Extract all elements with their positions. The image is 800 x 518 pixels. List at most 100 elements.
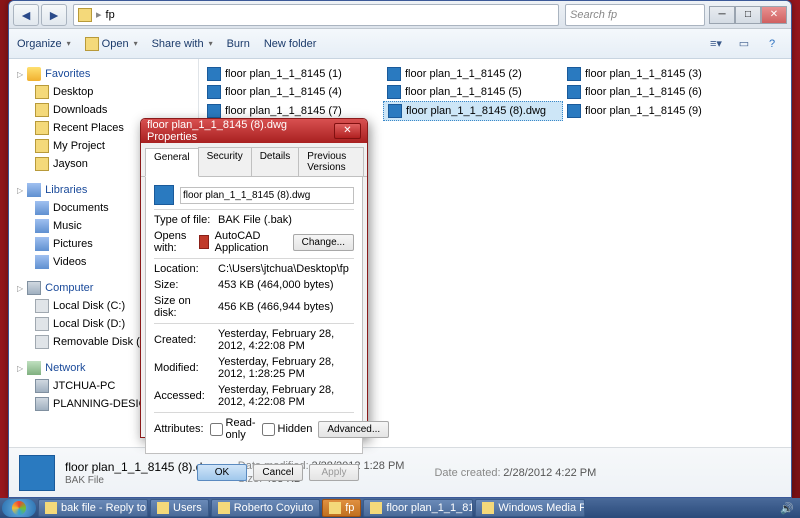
sidebar-group-label: Computer xyxy=(45,282,93,294)
item-icon xyxy=(35,85,49,99)
tab-previous-versions[interactable]: Previous Versions xyxy=(298,147,364,176)
dwg-icon xyxy=(567,85,581,99)
tab-security[interactable]: Security xyxy=(198,147,252,176)
tab-details[interactable]: Details xyxy=(251,147,300,176)
open-button[interactable]: Open xyxy=(85,37,138,51)
sidebar-group-label: Network xyxy=(45,362,85,374)
nav-back-button[interactable]: ◄ xyxy=(13,4,39,26)
location-key: Location: xyxy=(154,263,212,275)
dialog-titlebar[interactable]: floor plan_1_1_8145 (8).dwg Properties ✕ xyxy=(141,119,367,143)
tab-general[interactable]: General xyxy=(145,148,199,177)
item-icon xyxy=(35,299,49,313)
windows-orb-icon xyxy=(12,501,26,515)
file-name: floor plan_1_1_8145 (4) xyxy=(225,86,342,98)
file-name: floor plan_1_1_8145 (6) xyxy=(585,86,702,98)
taskbar-item-label: Roberto Coyiuto xyxy=(234,502,314,514)
dwg-icon xyxy=(387,85,401,99)
file-name: floor plan_1_1_8145 (7) xyxy=(225,105,342,117)
change-button[interactable]: Change... xyxy=(293,234,354,251)
minimize-button[interactable]: ─ xyxy=(709,6,735,24)
taskbar-item[interactable]: Windows Media Player xyxy=(475,499,585,517)
taskbar-item[interactable]: Users xyxy=(150,499,209,517)
expand-icon: ▷ xyxy=(17,186,23,195)
file-grid: floor plan_1_1_8145 (1) floor plan_1_1_81… xyxy=(203,65,787,121)
sizeondisk-key: Size on disk: xyxy=(154,295,212,319)
system-tray[interactable]: 🔊 xyxy=(780,502,798,515)
file-item[interactable]: floor plan_1_1_8145 (5) xyxy=(383,83,563,101)
preview-pane-button[interactable]: ▭ xyxy=(733,34,755,54)
open-label: Open xyxy=(102,38,129,50)
sidebar-item[interactable]: Desktop xyxy=(9,83,198,101)
address-bar[interactable]: ▸ fp xyxy=(73,4,559,26)
cancel-button[interactable]: Cancel xyxy=(253,464,303,481)
tray-volume-icon[interactable]: 🔊 xyxy=(780,502,794,515)
burn-button[interactable]: Burn xyxy=(227,38,250,50)
sidebar-group-favorites[interactable]: ▷Favorites xyxy=(9,65,198,83)
taskbar-item[interactable]: floor plan_1_1_8145 (... xyxy=(363,499,473,517)
nav-forward-button[interactable]: ► xyxy=(41,4,67,26)
file-item[interactable]: floor plan_1_1_8145 (1) xyxy=(203,65,383,83)
typeoffile-key: Type of file: xyxy=(154,214,212,226)
file-name: floor plan_1_1_8145 (2) xyxy=(405,68,522,80)
share-button[interactable]: Share with xyxy=(152,38,213,50)
dialog-title: floor plan_1_1_8145 (8).dwg Properties xyxy=(147,119,334,143)
ok-button[interactable]: OK xyxy=(197,464,247,481)
start-button[interactable] xyxy=(2,499,36,517)
attributes-key: Attributes: xyxy=(154,423,204,435)
dialog-buttons: OK Cancel Apply xyxy=(141,458,367,487)
filename-input[interactable] xyxy=(180,187,354,204)
file-name: floor plan_1_1_8145 (1) xyxy=(225,68,342,80)
sidebar-item-label: Documents xyxy=(53,202,109,214)
file-item[interactable]: floor plan_1_1_8145 (8).dwg xyxy=(383,101,563,121)
dialog-body: Type of file:BAK File (.bak) Opens with:… xyxy=(145,177,363,454)
file-item[interactable]: floor plan_1_1_8145 (2) xyxy=(383,65,563,83)
details-created-key: Date created: xyxy=(434,467,500,479)
organize-button[interactable]: Organize xyxy=(17,38,71,50)
taskbar-item-icon xyxy=(329,502,341,514)
taskbar-item[interactable]: Roberto Coyiuto xyxy=(211,499,321,517)
taskbar-item-label: fp xyxy=(345,502,354,514)
computer-icon xyxy=(27,281,41,295)
openswith-value: AutoCAD Application xyxy=(215,230,283,254)
created-key: Created: xyxy=(154,334,212,346)
breadcrumb-folder[interactable]: fp xyxy=(106,9,115,21)
sidebar-item-label: JTCHUA-PC xyxy=(53,380,115,392)
file-icon xyxy=(154,185,174,205)
file-item[interactable]: floor plan_1_1_8145 (3) xyxy=(563,65,743,83)
help-button[interactable]: ? xyxy=(761,34,783,54)
advanced-button[interactable]: Advanced... xyxy=(318,421,389,438)
details-created-value: 2/28/2012 4:22 PM xyxy=(503,467,596,479)
sidebar-item-label: Desktop xyxy=(53,86,93,98)
file-item[interactable]: floor plan_1_1_8145 (6) xyxy=(563,83,743,101)
maximize-button[interactable]: □ xyxy=(735,6,761,24)
apply-button[interactable]: Apply xyxy=(309,464,359,481)
taskbar-item[interactable]: bak file - Reply to To... xyxy=(38,499,148,517)
file-name: floor plan_1_1_8145 (5) xyxy=(405,86,522,98)
expand-icon: ▷ xyxy=(17,70,23,79)
dwg-icon xyxy=(207,104,221,118)
file-item[interactable]: floor plan_1_1_8145 (9) xyxy=(563,101,743,121)
dwg-icon xyxy=(567,67,581,81)
expand-icon: ▷ xyxy=(17,364,23,373)
new-folder-button[interactable]: New folder xyxy=(264,38,317,50)
modified-key: Modified: xyxy=(154,362,212,374)
hidden-checkbox[interactable]: Hidden xyxy=(262,423,313,436)
search-input[interactable]: Search fp xyxy=(565,4,705,26)
taskbar-item-label: bak file - Reply to To... xyxy=(61,502,148,514)
close-button[interactable]: ✕ xyxy=(761,6,787,24)
properties-dialog: floor plan_1_1_8145 (8).dwg Properties ✕… xyxy=(140,118,368,438)
view-options-button[interactable]: ≡▾ xyxy=(705,34,727,54)
details-pane: floor plan_1_1_8145 (8).dwg BAK File Dat… xyxy=(9,447,791,497)
taskbar-item[interactable]: fp xyxy=(322,499,361,517)
dwg-icon xyxy=(207,67,221,81)
libraries-icon xyxy=(27,183,41,197)
dialog-close-button[interactable]: ✕ xyxy=(334,123,361,139)
dialog-tabs: GeneralSecurityDetailsPrevious Versions xyxy=(141,143,367,177)
sidebar-item[interactable]: Downloads xyxy=(9,101,198,119)
taskbar: bak file - Reply to To...Users Roberto Co… xyxy=(0,498,800,518)
sidebar-item-label: Music xyxy=(53,220,82,232)
readonly-checkbox[interactable]: Read-only xyxy=(210,417,256,441)
file-item[interactable]: floor plan_1_1_8145 (4) xyxy=(203,83,383,101)
toolbar: Organize Open Share with Burn New folder… xyxy=(9,29,791,59)
sidebar-item-label: Videos xyxy=(53,256,86,268)
